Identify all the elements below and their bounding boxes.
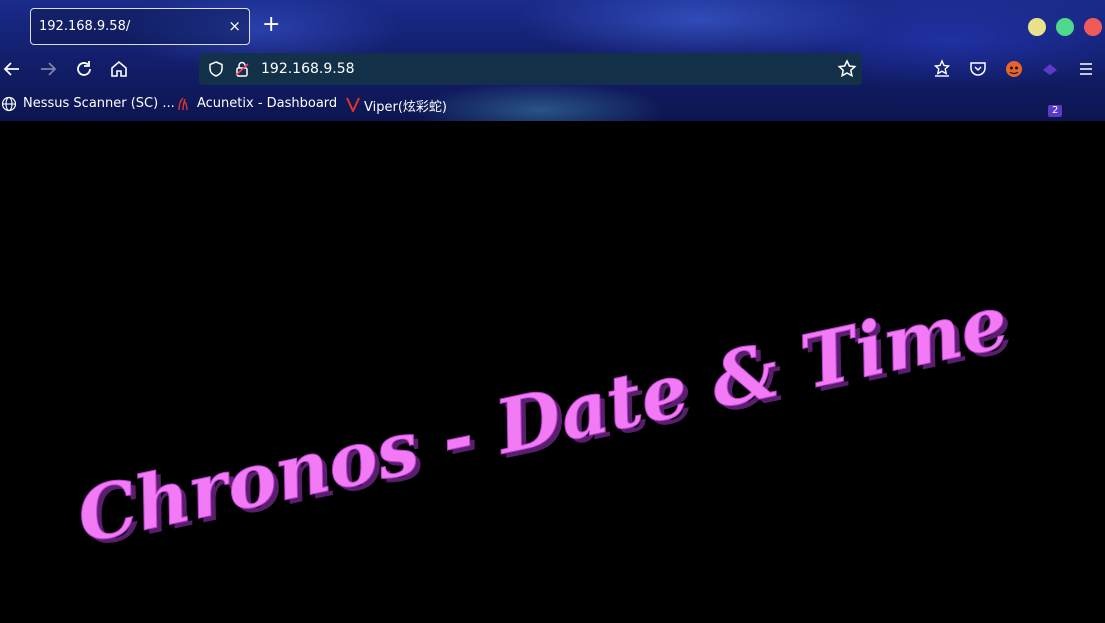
navigation-toolbar: 192.168.9.58 2 bbox=[0, 50, 1105, 117]
tab-strip: 192.168.9.58/ × + bbox=[0, 0, 1105, 50]
url-bar[interactable]: 192.168.9.58 bbox=[199, 53, 862, 85]
library-icon[interactable] bbox=[931, 58, 953, 80]
insecure-lock-icon[interactable] bbox=[233, 60, 251, 82]
browser-chrome: 192.168.9.58/ × + 192.168.9.58 2 Nessus … bbox=[0, 0, 1105, 121]
page-content: Chronos - Date & Time Chronos - Date & T… bbox=[0, 121, 1105, 623]
minimize-button[interactable] bbox=[1028, 18, 1046, 36]
forward-icon[interactable] bbox=[37, 58, 59, 80]
bookmark-nessus[interactable]: Nessus Scanner (SC) ... bbox=[23, 96, 175, 111]
menu-hamburger-icon[interactable] bbox=[1075, 58, 1097, 80]
tab-title: 192.168.9.58/ bbox=[39, 19, 131, 34]
url-text[interactable]: 192.168.9.58 bbox=[261, 61, 355, 77]
maximize-button[interactable] bbox=[1056, 18, 1074, 36]
extension-hackbar-icon[interactable] bbox=[1039, 58, 1061, 80]
bookmark-star-icon[interactable] bbox=[837, 59, 857, 83]
acunetix-icon bbox=[175, 96, 191, 112]
pocket-icon[interactable] bbox=[967, 58, 989, 80]
bookmark-viper[interactable]: Viper(炫彩蛇) bbox=[364, 96, 447, 115]
hero-title: Chronos - Date & Time bbox=[70, 279, 1016, 560]
bookmarks-toolbar: Nessus Scanner (SC) ... Acunetix - Dashb… bbox=[0, 90, 1105, 120]
reload-icon[interactable] bbox=[73, 58, 95, 80]
globe-icon bbox=[1, 96, 17, 112]
home-icon[interactable] bbox=[108, 58, 130, 80]
active-tab[interactable]: 192.168.9.58/ × bbox=[30, 8, 250, 45]
back-icon[interactable] bbox=[1, 58, 23, 80]
viper-v-icon bbox=[345, 96, 361, 114]
bookmark-acunetix[interactable]: Acunetix - Dashboard bbox=[197, 96, 337, 111]
hero-title-graphic: Chronos - Date & Time Chronos - Date & T… bbox=[70, 278, 1021, 564]
shield-icon[interactable] bbox=[207, 60, 225, 82]
new-tab-button[interactable]: + bbox=[262, 14, 280, 36]
extension-fox-icon[interactable] bbox=[1003, 58, 1025, 80]
close-window-button[interactable] bbox=[1084, 18, 1102, 36]
tab-close-icon[interactable]: × bbox=[228, 17, 241, 35]
